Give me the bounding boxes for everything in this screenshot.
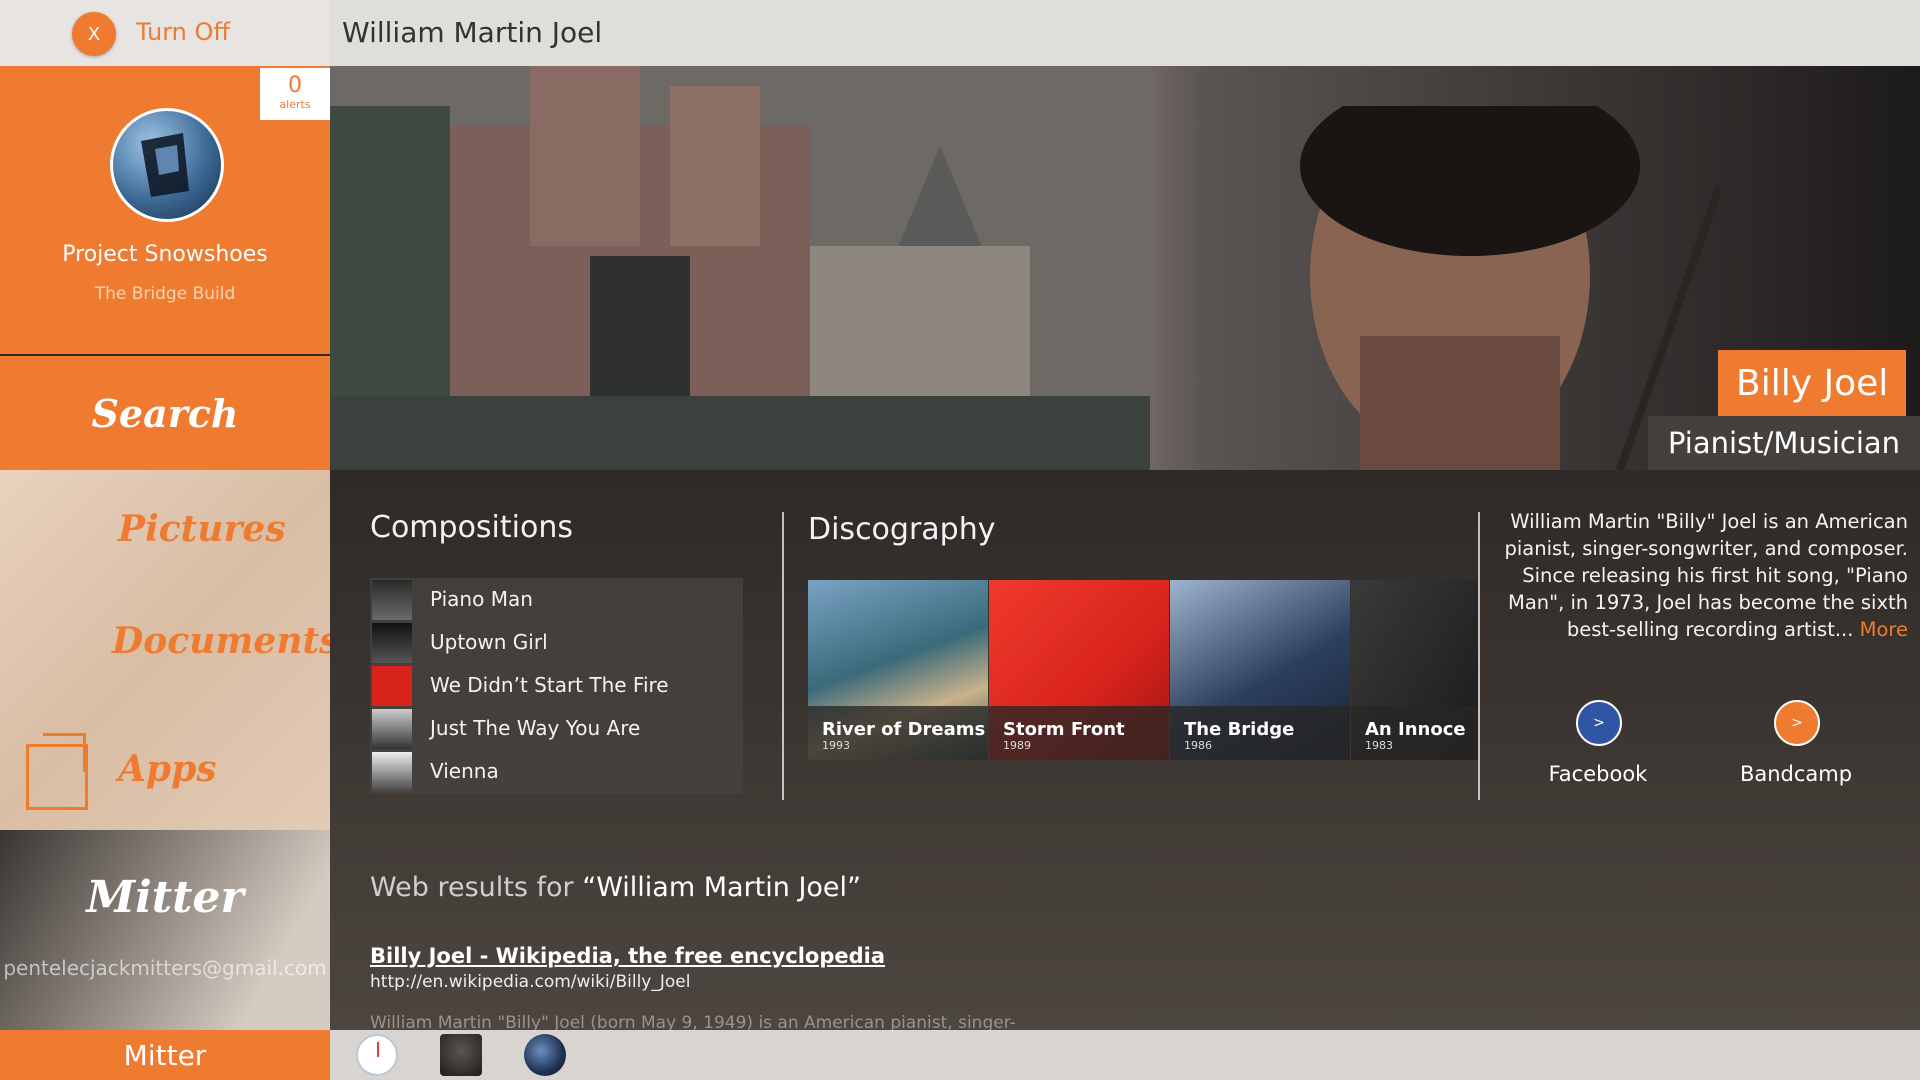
- bio-more-link[interactable]: More: [1860, 618, 1908, 641]
- album-card[interactable]: The Bridge 1986: [1170, 580, 1350, 760]
- turn-off-button[interactable]: X: [72, 12, 116, 56]
- nav-documents[interactable]: Documents: [112, 620, 339, 662]
- album-card[interactable]: An Innoce 1983: [1351, 580, 1478, 760]
- person-role-tag: Pianist/Musician: [1648, 416, 1920, 470]
- section-divider: [1478, 512, 1480, 800]
- project-avatar[interactable]: [110, 108, 224, 222]
- composition-title: We Didn’t Start The Fire: [430, 673, 669, 697]
- alerts-count: 0: [288, 73, 302, 98]
- alerts-badge[interactable]: 0 alerts: [260, 68, 330, 120]
- list-item[interactable]: We Didn’t Start The Fire: [370, 664, 743, 707]
- album-thumbnail: [372, 666, 412, 706]
- chevron-right-icon: >: [1593, 715, 1605, 731]
- nav-pictures[interactable]: Pictures: [118, 508, 286, 550]
- bio-text: William Martin "Billy" Joel is an Americ…: [1504, 510, 1908, 641]
- chevron-right-icon: >: [1791, 715, 1803, 731]
- artist-bio: William Martin "Billy" Joel is an Americ…: [1500, 508, 1908, 643]
- person-name-tag: Billy Joel: [1718, 350, 1907, 416]
- close-icon: X: [87, 23, 101, 45]
- album-thumbnail: [372, 752, 412, 792]
- album-title: River of Dreams: [822, 719, 986, 740]
- facebook-button[interactable]: >: [1576, 700, 1622, 746]
- web-results-query: “William Martin Joel”: [582, 872, 862, 903]
- album-card[interactable]: Storm Front 1989: [989, 580, 1169, 760]
- user-name: Mitter: [86, 872, 244, 923]
- composition-title: Vienna: [430, 759, 499, 783]
- album-title: The Bridge: [1184, 719, 1295, 740]
- album-title: Storm Front: [1003, 719, 1125, 740]
- section-divider: [782, 512, 784, 800]
- result-title-link[interactable]: Billy Joel - Wikipedia, the free encyclo…: [370, 944, 885, 968]
- user-email: pentelecjackmitters@gmail.com: [3, 956, 327, 980]
- taskbar: [330, 1030, 1920, 1080]
- bandcamp-button[interactable]: >: [1774, 700, 1820, 746]
- apps-icon: [26, 733, 88, 810]
- hero-image: [330, 66, 1920, 470]
- album-year: 1986: [1184, 739, 1212, 752]
- alerts-label: alerts: [279, 98, 311, 111]
- album-title: An Innoce: [1365, 719, 1466, 740]
- dog-avatar-icon[interactable]: [440, 1034, 482, 1076]
- list-item[interactable]: Vienna: [370, 750, 743, 793]
- album-thumbnail: [372, 623, 412, 663]
- compositions-title: Compositions: [370, 510, 573, 545]
- album-thumbnail: [372, 709, 412, 749]
- compositions-list: Piano Man Uptown Girl We Didn’t Start Th…: [370, 578, 743, 794]
- turn-off-label[interactable]: Turn Off: [136, 18, 230, 46]
- project-name[interactable]: Project Snowshoes: [0, 242, 330, 267]
- result-url: http://en.wikipedia.com/wiki/Billy_Joel: [370, 972, 691, 992]
- composition-title: Just The Way You Are: [430, 716, 641, 740]
- user-button[interactable]: Mitter: [0, 1030, 330, 1080]
- web-results-prefix: Web results for: [370, 872, 583, 903]
- list-item[interactable]: Uptown Girl: [370, 621, 743, 664]
- globe-icon[interactable]: [524, 1034, 566, 1076]
- bridge-artwork-icon: [141, 133, 189, 197]
- cathedral-photo: [330, 66, 1150, 470]
- facebook-label[interactable]: Facebook: [1528, 762, 1668, 786]
- album-year: 1983: [1365, 739, 1393, 752]
- clock-icon[interactable]: [356, 1034, 398, 1076]
- album-year: 1989: [1003, 739, 1031, 752]
- bandcamp-label[interactable]: Bandcamp: [1726, 762, 1866, 786]
- list-item[interactable]: Just The Way You Are: [370, 707, 743, 750]
- album-card[interactable]: River of Dreams 1993: [808, 580, 988, 760]
- user-card[interactable]: [0, 830, 330, 1030]
- web-results-heading: Web results for “William Martin Joel”: [370, 872, 861, 903]
- discography-title: Discography: [808, 512, 996, 547]
- project-subtitle: The Bridge Build: [94, 284, 236, 304]
- nav-search[interactable]: Search: [0, 356, 330, 470]
- composition-title: Uptown Girl: [430, 630, 548, 654]
- album-thumbnail: [372, 580, 412, 620]
- album-year: 1993: [822, 739, 850, 752]
- search-query-text[interactable]: William Martin Joel: [342, 16, 602, 49]
- portrait-photo: [1300, 106, 1720, 470]
- composition-title: Piano Man: [430, 587, 533, 611]
- list-item[interactable]: Piano Man: [370, 578, 743, 621]
- nav-apps[interactable]: Apps: [118, 748, 217, 790]
